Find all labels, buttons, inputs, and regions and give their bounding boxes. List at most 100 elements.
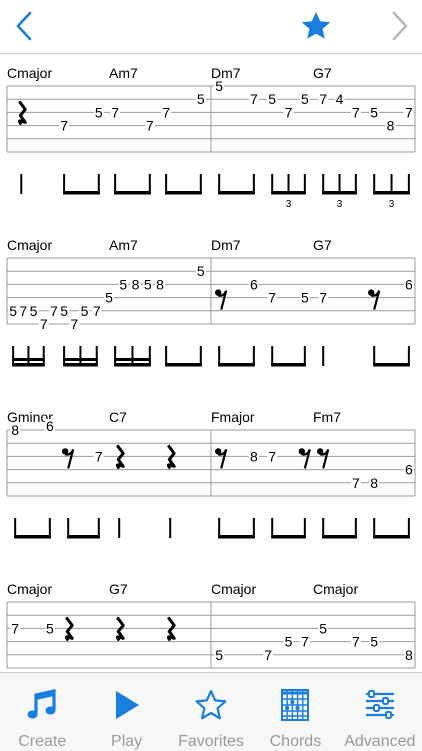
fret-number: 6 bbox=[46, 418, 54, 434]
chord-label: Fmajor bbox=[211, 409, 255, 425]
rhythm-beam bbox=[165, 363, 202, 367]
fret-number: 5 bbox=[105, 290, 113, 306]
rhythm-beam bbox=[218, 191, 255, 195]
fret-number: 7 bbox=[40, 316, 48, 332]
chord-label: Cmajor bbox=[313, 581, 358, 597]
fret-number: 5 bbox=[46, 620, 54, 636]
rhythm-beam bbox=[322, 191, 357, 195]
play-icon bbox=[115, 691, 139, 719]
chord-label: Cmajor bbox=[211, 581, 256, 597]
chevron-left-icon bbox=[16, 11, 32, 41]
fret-number: 5 bbox=[144, 276, 152, 292]
tab-label: Chords bbox=[269, 733, 322, 750]
fret-number: 8 bbox=[250, 448, 258, 464]
rhythm-beam bbox=[12, 363, 45, 367]
tab-bar: Create Play Favorites Chords Advanced bbox=[0, 672, 422, 751]
star-filled-icon bbox=[301, 12, 331, 39]
fret-number: 5 bbox=[119, 276, 127, 292]
chord-label: Am7 bbox=[109, 237, 138, 253]
rhythm-beam bbox=[218, 363, 255, 367]
fret-number: 8 bbox=[132, 276, 140, 292]
tab-label: Create bbox=[18, 733, 67, 750]
fret-number: 7 bbox=[405, 104, 413, 120]
navigation-bar bbox=[0, 0, 422, 54]
fret-number: 5 bbox=[60, 303, 68, 319]
fret-number: 7 bbox=[93, 303, 101, 319]
music-note-icon bbox=[27, 689, 56, 719]
chord-label: G7 bbox=[313, 65, 332, 81]
fret-number: 7 bbox=[268, 290, 276, 306]
tab-system: Cmajor G77 5Cmajor Cmajor5 75 757 58 bbox=[6, 581, 416, 669]
fret-number: 8 bbox=[156, 276, 164, 292]
chord-label: C7 bbox=[109, 409, 127, 425]
back-button[interactable] bbox=[4, 6, 44, 46]
rhythm-beam bbox=[63, 191, 100, 195]
fret-number: 7 bbox=[162, 104, 170, 120]
rhythm-beam bbox=[114, 363, 151, 367]
tab-system: Cmajor Am75 7 577 575 755 8 5 85Dm7 G767 5 76 bbox=[6, 237, 416, 367]
tab-label: Advanced bbox=[344, 733, 416, 750]
rhythm-beam bbox=[12, 358, 45, 361]
fret-number: 7 bbox=[268, 448, 276, 464]
tab-label: Favorites bbox=[178, 733, 244, 750]
chevron-right-icon bbox=[392, 11, 408, 41]
fret-number: 8 bbox=[11, 422, 19, 438]
fret-number: 4 bbox=[336, 91, 344, 107]
fret-number: 7 bbox=[352, 475, 360, 491]
rhythm-beam bbox=[373, 363, 410, 367]
fret-number: 7 bbox=[70, 316, 78, 332]
tab-system: Gminor C78 67Fmajor Fm78 77 86 bbox=[6, 409, 416, 539]
fret-number: 6 bbox=[250, 276, 258, 292]
tablature-score: Cmajor Am775 7775Dm7 G757 575 7 47 5873 3 3Cmajor… bbox=[6, 65, 416, 669]
tab-chords[interactable]: Chords bbox=[253, 673, 337, 751]
fret-number: 7 bbox=[352, 634, 360, 650]
triplet-number: 3 bbox=[389, 199, 395, 210]
fret-number: 5 bbox=[197, 263, 205, 279]
chord-label: Am7 bbox=[109, 65, 138, 81]
rhythm-beam bbox=[114, 358, 151, 361]
tab-favorites[interactable]: Favorites bbox=[169, 673, 253, 751]
tab-create[interactable]: Create bbox=[0, 673, 84, 751]
fret-number: 7 bbox=[319, 91, 327, 107]
forward-button[interactable] bbox=[380, 6, 420, 46]
rhythm-beam bbox=[14, 535, 51, 539]
tab-label: Play bbox=[111, 733, 143, 750]
chord-label: G7 bbox=[313, 237, 332, 253]
tab-play[interactable]: Play bbox=[84, 673, 168, 751]
favorite-button[interactable] bbox=[296, 6, 336, 46]
tab-advanced[interactable]: Advanced bbox=[338, 673, 422, 751]
fret-number: 7 bbox=[111, 104, 119, 120]
fret-number: 5 bbox=[215, 78, 223, 94]
chord-grid-icon bbox=[281, 689, 310, 721]
fret-number: 7 bbox=[352, 104, 360, 120]
triplet-number: 3 bbox=[337, 199, 343, 210]
rhythm-beam bbox=[63, 363, 98, 367]
fret-number: 8 bbox=[370, 475, 378, 491]
fret-number: 5 bbox=[215, 647, 223, 663]
rhythm-beam bbox=[165, 191, 202, 195]
rhythm-beam bbox=[271, 191, 306, 195]
fret-number: 7 bbox=[250, 91, 258, 107]
star-outline-icon bbox=[195, 689, 227, 720]
rhythm-beam bbox=[271, 363, 306, 367]
chord-label: Cmajor bbox=[7, 237, 52, 253]
chord-label: Fm7 bbox=[313, 409, 341, 425]
fret-number: 5 bbox=[301, 91, 309, 107]
rhythm-beam bbox=[63, 358, 98, 361]
fret-number: 5 bbox=[30, 303, 38, 319]
rhythm-beam bbox=[67, 535, 100, 539]
fret-number: 5 bbox=[81, 303, 89, 319]
rhythm-beam bbox=[373, 535, 410, 539]
fret-number: 5 bbox=[95, 104, 103, 120]
chord-label: Cmajor bbox=[7, 65, 52, 81]
fret-number: 5 bbox=[301, 290, 309, 306]
tablature-view[interactable]: Cmajor Am7 7 5 7 7 7 5 Dm7 G7 5 7 5 7 5 7 4 7 5 8 7 3 3 3 Cmajor… bbox=[0, 54, 422, 672]
fret-number: 5 bbox=[197, 91, 205, 107]
rhythm-beam bbox=[218, 535, 255, 539]
rhythm-beam bbox=[373, 191, 410, 195]
fret-number: 5 bbox=[285, 634, 293, 650]
rhythm-beam bbox=[322, 535, 357, 539]
fret-number: 8 bbox=[405, 647, 413, 663]
fret-number: 5 bbox=[9, 303, 17, 319]
fret-number: 7 bbox=[19, 303, 27, 319]
